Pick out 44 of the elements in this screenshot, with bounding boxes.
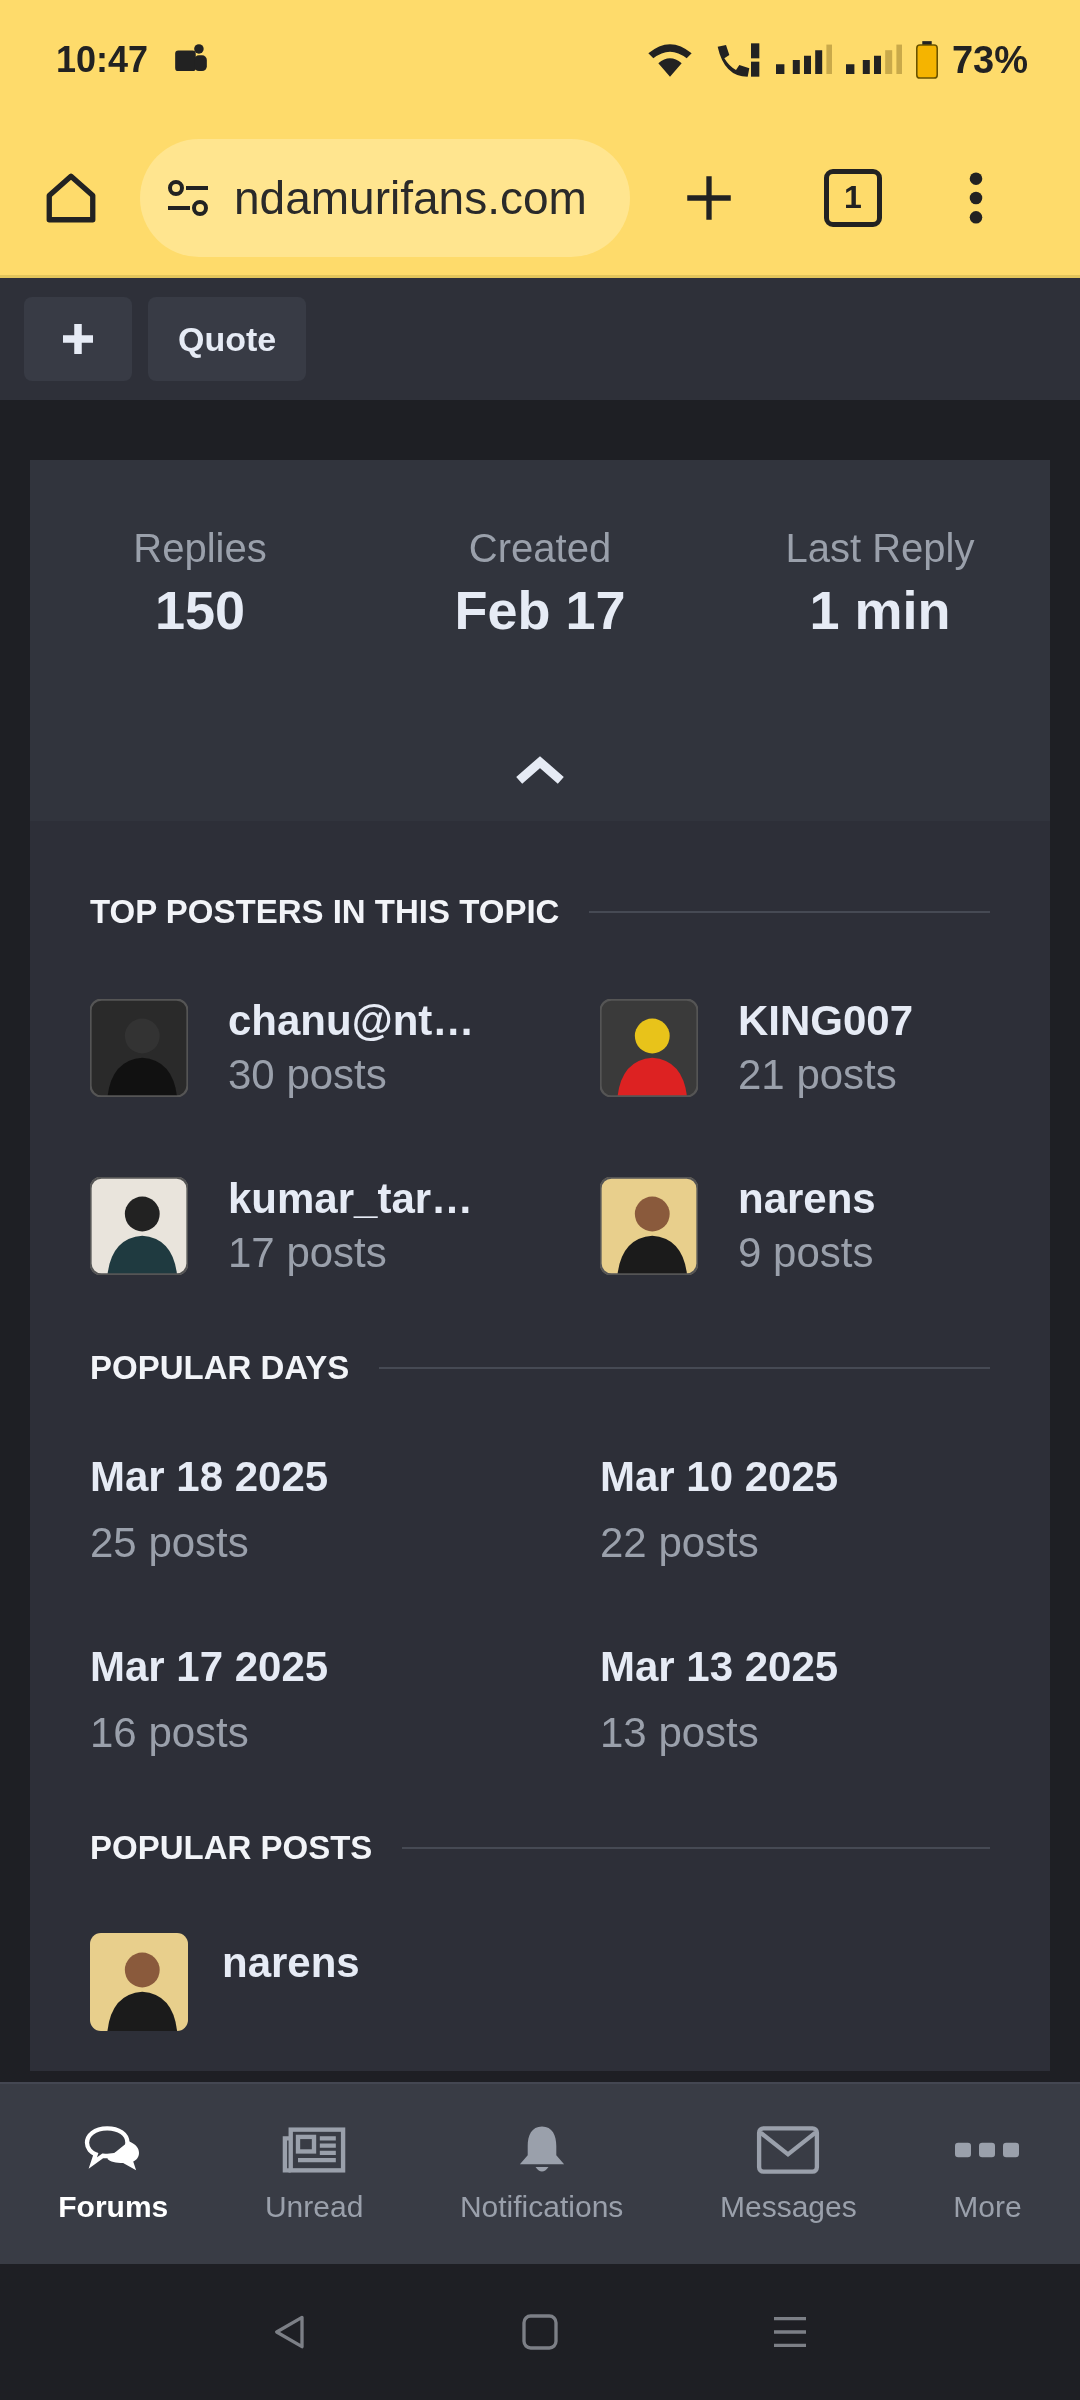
envelope-icon [756,2124,821,2176]
day-date[interactable]: Mar 18 2025 [90,1453,600,1501]
post-count: 16 posts [90,1709,250,1757]
add-button[interactable] [24,297,132,381]
section-heading: TOP POSTERS IN THIS TOPIC [90,893,560,931]
more-icon [955,2142,1020,2158]
post-count: 30 posts [228,1051,388,1099]
nav-tab[interactable]: Notifications [459,2124,624,2224]
poster-name[interactable]: narens [222,1939,360,1987]
post-count: 25 posts [90,1519,250,1567]
status-time: 10:47 [56,39,149,81]
signal-icon [845,43,902,77]
stat-value: Feb 17 [454,579,626,641]
day-date[interactable]: Mar 10 2025 [600,1453,990,1501]
battery-icon [915,40,938,80]
day-date[interactable]: Mar 17 2025 [90,1643,600,1691]
poster-name[interactable]: KING007 [738,997,914,1045]
post-count: 17 posts [228,1229,388,1277]
nav-tab[interactable]: More [953,2124,1022,2224]
post-count: 22 posts [600,1519,760,1567]
poster-name[interactable]: kumar_tar… [228,1175,474,1223]
signal-icon [775,43,832,77]
poster-name[interactable]: chanu@nt… [228,997,475,1045]
battery-percentage: 73% [951,38,1028,82]
poster-name[interactable]: narens [738,1175,876,1223]
plus-icon [60,321,96,357]
stat-value: 150 [154,579,246,641]
tab-switcher-button[interactable]: 1 [824,168,882,227]
section-heading: POPULAR POSTS [90,1829,373,1867]
stat-label: Last Reply [785,526,975,571]
address-bar[interactable]: ndamurifans.com [140,138,630,257]
post-count: 13 posts [600,1709,760,1757]
nav-tab[interactable]: Unread [264,2124,364,2224]
post-count: 9 posts [738,1229,875,1277]
day-date[interactable]: Mar 13 2025 [600,1643,990,1691]
nav-tab[interactable]: Forums [58,2124,169,2224]
section-heading: POPULAR DAYS [90,1349,350,1387]
post-count: 21 posts [738,1051,898,1099]
stat-value: 1 min [809,579,951,641]
newspaper-icon [282,2124,347,2176]
stat-label: Replies [133,526,267,571]
nav-tab[interactable]: Messages [719,2124,857,2224]
quote-button[interactable]: Quote [148,297,307,381]
stat-label: Created [468,526,612,571]
